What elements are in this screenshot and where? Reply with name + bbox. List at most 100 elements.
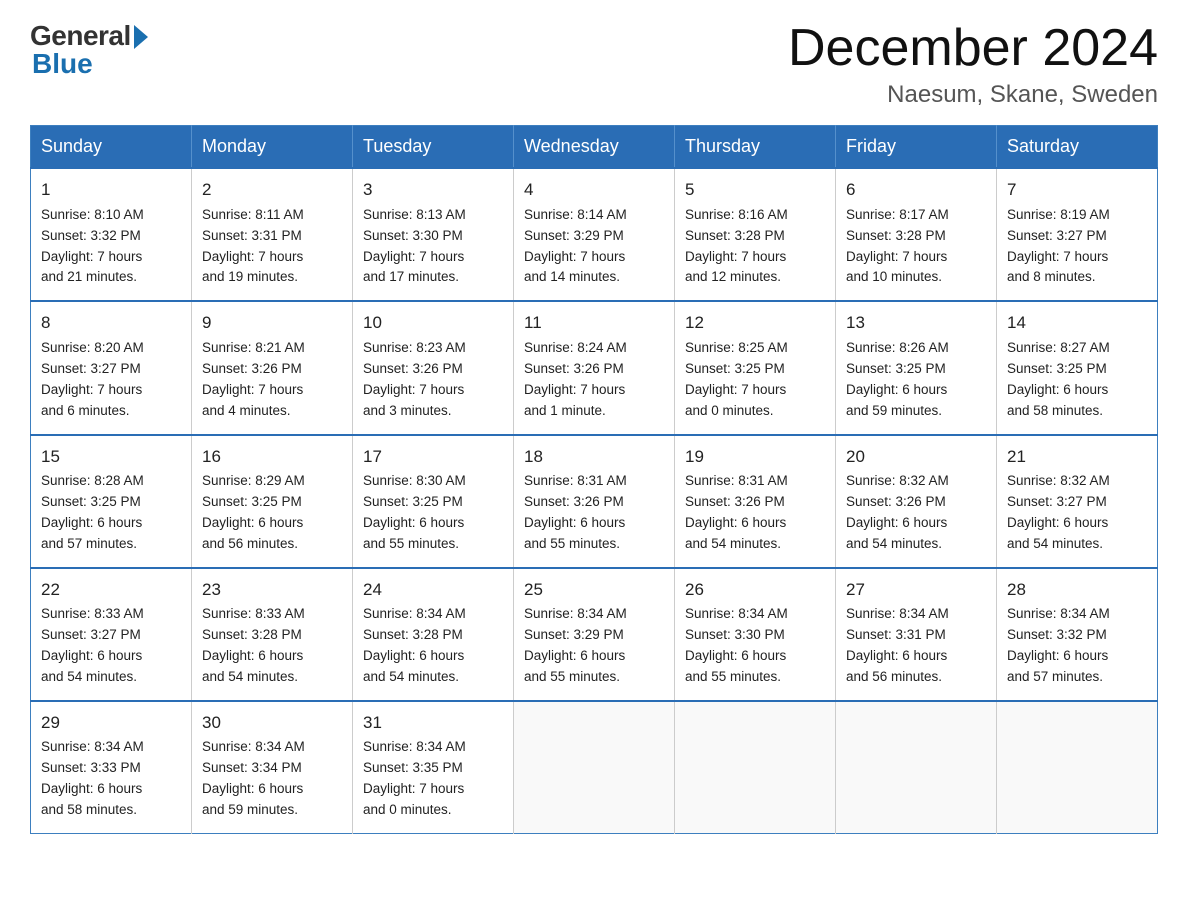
calendar-cell: 29Sunrise: 8:34 AM Sunset: 3:33 PM Dayli…	[31, 701, 192, 834]
day-number: 28	[1007, 577, 1147, 603]
calendar-cell: 26Sunrise: 8:34 AM Sunset: 3:30 PM Dayli…	[675, 568, 836, 701]
day-number: 5	[685, 177, 825, 203]
day-number: 6	[846, 177, 986, 203]
calendar-cell: 7Sunrise: 8:19 AM Sunset: 3:27 PM Daylig…	[997, 168, 1158, 301]
weekday-header-friday: Friday	[836, 126, 997, 169]
day-number: 21	[1007, 444, 1147, 470]
calendar-cell	[675, 701, 836, 834]
day-info: Sunrise: 8:24 AM Sunset: 3:26 PM Dayligh…	[524, 338, 664, 422]
day-number: 30	[202, 710, 342, 736]
calendar-cell: 9Sunrise: 8:21 AM Sunset: 3:26 PM Daylig…	[192, 301, 353, 434]
day-number: 13	[846, 310, 986, 336]
day-number: 29	[41, 710, 181, 736]
day-number: 23	[202, 577, 342, 603]
calendar-cell: 2Sunrise: 8:11 AM Sunset: 3:31 PM Daylig…	[192, 168, 353, 301]
calendar-cell	[836, 701, 997, 834]
day-info: Sunrise: 8:34 AM Sunset: 3:35 PM Dayligh…	[363, 737, 503, 821]
day-number: 2	[202, 177, 342, 203]
week-row-2: 8Sunrise: 8:20 AM Sunset: 3:27 PM Daylig…	[31, 301, 1158, 434]
day-number: 1	[41, 177, 181, 203]
week-row-3: 15Sunrise: 8:28 AM Sunset: 3:25 PM Dayli…	[31, 435, 1158, 568]
calendar-cell: 16Sunrise: 8:29 AM Sunset: 3:25 PM Dayli…	[192, 435, 353, 568]
day-number: 3	[363, 177, 503, 203]
day-number: 18	[524, 444, 664, 470]
calendar-cell: 15Sunrise: 8:28 AM Sunset: 3:25 PM Dayli…	[31, 435, 192, 568]
day-info: Sunrise: 8:34 AM Sunset: 3:33 PM Dayligh…	[41, 737, 181, 821]
calendar-cell: 8Sunrise: 8:20 AM Sunset: 3:27 PM Daylig…	[31, 301, 192, 434]
calendar-cell: 27Sunrise: 8:34 AM Sunset: 3:31 PM Dayli…	[836, 568, 997, 701]
day-info: Sunrise: 8:17 AM Sunset: 3:28 PM Dayligh…	[846, 205, 986, 289]
day-info: Sunrise: 8:34 AM Sunset: 3:32 PM Dayligh…	[1007, 604, 1147, 688]
day-info: Sunrise: 8:31 AM Sunset: 3:26 PM Dayligh…	[524, 471, 664, 555]
calendar-cell: 17Sunrise: 8:30 AM Sunset: 3:25 PM Dayli…	[353, 435, 514, 568]
calendar-cell: 21Sunrise: 8:32 AM Sunset: 3:27 PM Dayli…	[997, 435, 1158, 568]
day-info: Sunrise: 8:13 AM Sunset: 3:30 PM Dayligh…	[363, 205, 503, 289]
calendar-cell: 10Sunrise: 8:23 AM Sunset: 3:26 PM Dayli…	[353, 301, 514, 434]
day-number: 11	[524, 310, 664, 336]
day-number: 25	[524, 577, 664, 603]
day-number: 27	[846, 577, 986, 603]
calendar-cell: 13Sunrise: 8:26 AM Sunset: 3:25 PM Dayli…	[836, 301, 997, 434]
weekday-header-sunday: Sunday	[31, 126, 192, 169]
month-title: December 2024	[788, 20, 1158, 77]
calendar-cell: 3Sunrise: 8:13 AM Sunset: 3:30 PM Daylig…	[353, 168, 514, 301]
calendar-cell: 20Sunrise: 8:32 AM Sunset: 3:26 PM Dayli…	[836, 435, 997, 568]
calendar-cell: 24Sunrise: 8:34 AM Sunset: 3:28 PM Dayli…	[353, 568, 514, 701]
day-info: Sunrise: 8:30 AM Sunset: 3:25 PM Dayligh…	[363, 471, 503, 555]
page-header: General Blue December 2024 Naesum, Skane…	[30, 20, 1158, 109]
day-info: Sunrise: 8:33 AM Sunset: 3:28 PM Dayligh…	[202, 604, 342, 688]
day-info: Sunrise: 8:34 AM Sunset: 3:34 PM Dayligh…	[202, 737, 342, 821]
day-info: Sunrise: 8:34 AM Sunset: 3:31 PM Dayligh…	[846, 604, 986, 688]
week-row-1: 1Sunrise: 8:10 AM Sunset: 3:32 PM Daylig…	[31, 168, 1158, 301]
day-info: Sunrise: 8:28 AM Sunset: 3:25 PM Dayligh…	[41, 471, 181, 555]
title-block: December 2024 Naesum, Skane, Sweden	[788, 20, 1158, 109]
day-info: Sunrise: 8:20 AM Sunset: 3:27 PM Dayligh…	[41, 338, 181, 422]
day-info: Sunrise: 8:34 AM Sunset: 3:28 PM Dayligh…	[363, 604, 503, 688]
day-number: 16	[202, 444, 342, 470]
day-info: Sunrise: 8:34 AM Sunset: 3:30 PM Dayligh…	[685, 604, 825, 688]
logo: General Blue	[30, 20, 148, 80]
calendar-cell	[997, 701, 1158, 834]
day-number: 19	[685, 444, 825, 470]
day-number: 17	[363, 444, 503, 470]
calendar-cell: 22Sunrise: 8:33 AM Sunset: 3:27 PM Dayli…	[31, 568, 192, 701]
day-info: Sunrise: 8:31 AM Sunset: 3:26 PM Dayligh…	[685, 471, 825, 555]
weekday-header-tuesday: Tuesday	[353, 126, 514, 169]
day-number: 15	[41, 444, 181, 470]
day-number: 20	[846, 444, 986, 470]
day-number: 10	[363, 310, 503, 336]
calendar-cell: 4Sunrise: 8:14 AM Sunset: 3:29 PM Daylig…	[514, 168, 675, 301]
location-title: Naesum, Skane, Sweden	[788, 81, 1158, 109]
calendar-cell: 30Sunrise: 8:34 AM Sunset: 3:34 PM Dayli…	[192, 701, 353, 834]
calendar-cell: 14Sunrise: 8:27 AM Sunset: 3:25 PM Dayli…	[997, 301, 1158, 434]
week-row-5: 29Sunrise: 8:34 AM Sunset: 3:33 PM Dayli…	[31, 701, 1158, 834]
day-info: Sunrise: 8:29 AM Sunset: 3:25 PM Dayligh…	[202, 471, 342, 555]
day-info: Sunrise: 8:34 AM Sunset: 3:29 PM Dayligh…	[524, 604, 664, 688]
logo-arrow-icon	[134, 25, 148, 49]
day-info: Sunrise: 8:19 AM Sunset: 3:27 PM Dayligh…	[1007, 205, 1147, 289]
day-info: Sunrise: 8:23 AM Sunset: 3:26 PM Dayligh…	[363, 338, 503, 422]
logo-blue-text: Blue	[32, 48, 93, 80]
calendar-cell: 18Sunrise: 8:31 AM Sunset: 3:26 PM Dayli…	[514, 435, 675, 568]
calendar-cell: 5Sunrise: 8:16 AM Sunset: 3:28 PM Daylig…	[675, 168, 836, 301]
calendar-cell: 31Sunrise: 8:34 AM Sunset: 3:35 PM Dayli…	[353, 701, 514, 834]
day-number: 24	[363, 577, 503, 603]
day-number: 8	[41, 310, 181, 336]
day-number: 26	[685, 577, 825, 603]
day-info: Sunrise: 8:14 AM Sunset: 3:29 PM Dayligh…	[524, 205, 664, 289]
day-number: 4	[524, 177, 664, 203]
calendar-table: SundayMondayTuesdayWednesdayThursdayFrid…	[30, 125, 1158, 834]
calendar-cell: 25Sunrise: 8:34 AM Sunset: 3:29 PM Dayli…	[514, 568, 675, 701]
day-number: 14	[1007, 310, 1147, 336]
week-row-4: 22Sunrise: 8:33 AM Sunset: 3:27 PM Dayli…	[31, 568, 1158, 701]
day-number: 31	[363, 710, 503, 736]
day-info: Sunrise: 8:10 AM Sunset: 3:32 PM Dayligh…	[41, 205, 181, 289]
day-info: Sunrise: 8:27 AM Sunset: 3:25 PM Dayligh…	[1007, 338, 1147, 422]
day-info: Sunrise: 8:33 AM Sunset: 3:27 PM Dayligh…	[41, 604, 181, 688]
day-number: 12	[685, 310, 825, 336]
calendar-cell: 19Sunrise: 8:31 AM Sunset: 3:26 PM Dayli…	[675, 435, 836, 568]
day-info: Sunrise: 8:32 AM Sunset: 3:27 PM Dayligh…	[1007, 471, 1147, 555]
calendar-cell: 11Sunrise: 8:24 AM Sunset: 3:26 PM Dayli…	[514, 301, 675, 434]
weekday-header-wednesday: Wednesday	[514, 126, 675, 169]
calendar-cell: 6Sunrise: 8:17 AM Sunset: 3:28 PM Daylig…	[836, 168, 997, 301]
